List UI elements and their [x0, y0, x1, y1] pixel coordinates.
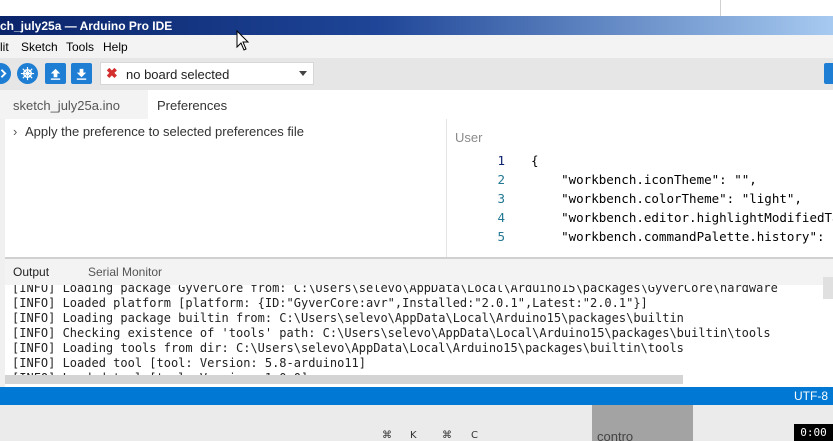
board-selector-label: no board selected	[126, 67, 230, 82]
upload-button[interactable]	[45, 63, 66, 84]
code-text: {	[531, 153, 539, 168]
code-line: 1{	[447, 153, 833, 172]
output-log[interactable]: [INFO] Loading package GyverCore from: C…	[12, 281, 833, 381]
command-key-icon: ⌘	[382, 430, 392, 441]
debug-icon	[20, 66, 35, 81]
tab-preferences[interactable]: Preferences	[148, 90, 833, 119]
code-text: "workbench.iconTheme": "",	[531, 172, 757, 187]
chevron-right-icon: ›	[13, 124, 18, 139]
line-number: 3	[497, 191, 505, 206]
code-line: 5 "workbench.commandPalette.history":	[447, 229, 833, 248]
divider	[720, 0, 721, 16]
code-text: "workbench.editor.highlightModifiedTabs"	[531, 210, 833, 225]
output-panel: [INFO] Loading package GyverCore from: C…	[5, 257, 833, 387]
menu-tools[interactable]: Tools	[66, 40, 94, 54]
tab-output[interactable]: Output	[13, 265, 49, 279]
code-line: 3 "workbench.colorTheme": "light",	[447, 191, 833, 210]
menu-help[interactable]: Help	[103, 40, 128, 54]
tab-sketch[interactable]: sketch_july25a.ino	[0, 90, 148, 119]
encoding-indicator[interactable]: UTF-8	[794, 389, 828, 403]
debug-button[interactable]	[17, 63, 38, 84]
log-line: [INFO] Loading package builtin from: C:\…	[12, 311, 684, 325]
chevron-down-icon[interactable]	[299, 71, 307, 76]
title-bar[interactable]: ch_july25a — Arduino Pro IDE	[0, 16, 833, 35]
controls-panel[interactable]: contro	[592, 405, 693, 441]
top-strip	[0, 0, 833, 16]
log-line: [INFO] Loading tools from dir: C:\Users\…	[12, 341, 684, 355]
code-line: 4 "workbench.editor.highlightModifiedTab…	[447, 210, 833, 229]
verify-button[interactable]	[0, 63, 11, 84]
editor-tabs: sketch_july25a.ino Preferences	[0, 90, 833, 119]
tab-user[interactable]: User	[455, 130, 482, 145]
line-number: 2	[497, 172, 505, 187]
menu-bar: lit Sketch Tools Help	[0, 35, 833, 58]
recording-timer: 0:00	[794, 424, 833, 441]
verify-icon	[0, 69, 7, 78]
preferences-panel: › Apply the preference to selected prefer…	[5, 119, 833, 257]
apply-preference-label: Apply the preference to selected prefere…	[25, 124, 304, 139]
download-button[interactable]	[71, 63, 92, 84]
code-text: "workbench.commandPalette.history":	[531, 229, 833, 244]
settings-json-editor[interactable]: User 1{ 2 "workbench.iconTheme": "", 3 "…	[446, 119, 833, 257]
tab-serial-monitor[interactable]: Serial Monitor	[88, 265, 162, 279]
line-number: 1	[497, 153, 505, 168]
horizontal-scrollbar[interactable]	[5, 375, 683, 384]
shortcut-key: K	[410, 430, 417, 441]
menu-sketch[interactable]: Sketch	[21, 40, 58, 54]
shortcut-key: C	[471, 430, 478, 441]
log-line: [INFO] Loaded platform [platform: {ID:"G…	[12, 296, 648, 310]
line-number: 4	[497, 210, 505, 225]
log-line: [INFO] Checking existence of 'tools' pat…	[12, 326, 771, 340]
command-key-icon: ⌘	[442, 430, 452, 441]
log-line: [INFO] Loaded tool [tool: Version: 5.8-a…	[12, 356, 367, 370]
code-text: "workbench.colorTheme": "light",	[531, 191, 802, 206]
status-bar: UTF-8	[0, 387, 833, 405]
menu-edit[interactable]: lit	[0, 40, 9, 54]
vertical-scrollbar[interactable]	[823, 277, 833, 299]
line-number: 5	[497, 229, 505, 244]
serial-monitor-button[interactable]	[824, 63, 833, 84]
bottom-overlay: ⌘ K ⌘ C	[0, 405, 833, 441]
download-icon	[76, 68, 87, 80]
upload-icon	[50, 68, 61, 80]
mouse-cursor-icon	[236, 30, 250, 51]
output-tabs: Output Serial Monitor	[5, 259, 833, 285]
controls-label: contro	[597, 429, 634, 441]
board-selector[interactable]: ✖ no board selected	[100, 62, 314, 85]
code-line: 2 "workbench.iconTheme": "",	[447, 172, 833, 191]
apply-preference-row[interactable]: › Apply the preference to selected prefer…	[13, 124, 304, 139]
window-title: ch_july25a — Arduino Pro IDE	[0, 19, 173, 33]
error-x-icon: ✖	[106, 65, 118, 81]
